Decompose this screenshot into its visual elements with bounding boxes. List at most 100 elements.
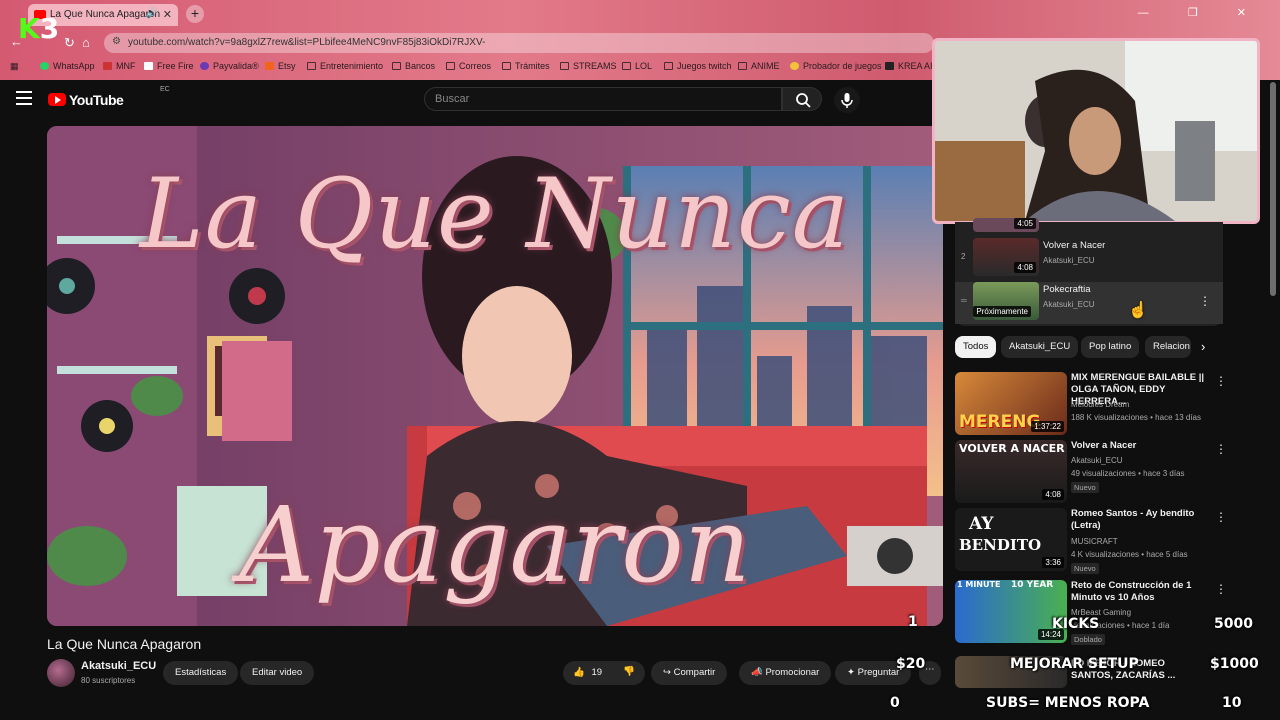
url-field[interactable]: ⚙ youtube.com/watch?v=9a8gxlZ7rew&list=P…	[104, 33, 934, 53]
subscriber-count: 80 suscriptores	[81, 676, 136, 685]
bookmark-folder-streams[interactable]: STREAMS	[560, 61, 617, 71]
bookmark-folder-bancos[interactable]: Bancos	[392, 61, 435, 71]
sparkle-icon: ✦	[847, 667, 858, 678]
playlist-item[interactable]: 2 4:08 Volver a Nacer Akatsuki_ECU	[955, 238, 1223, 280]
recommendation-item[interactable]: VOLVER A NACER 4:08 Volver a Nacer Akats…	[955, 440, 1227, 506]
recommendation-thumb: MERENG 1:37:22	[955, 372, 1067, 435]
folder-icon	[664, 62, 673, 70]
chip-relacionado[interactable]: Relacion	[1145, 336, 1191, 358]
payvalida-icon	[200, 62, 209, 70]
youtube-play-icon	[48, 93, 66, 106]
like-button[interactable]: 👍 19 👎	[563, 661, 645, 685]
freefire-icon	[144, 62, 153, 70]
playlist-thumb: 4:05	[973, 218, 1039, 232]
speaker-icon[interactable]: 🔊	[146, 8, 158, 19]
page-scrollbar[interactable]	[1270, 82, 1276, 296]
apps-icon[interactable]: ▦	[10, 61, 19, 72]
goal-kicks-value: 5000	[1214, 616, 1253, 632]
goal-subs-label: SUBS= MENOS ROPA	[986, 695, 1150, 711]
recommendation-item[interactable]: 1 MINUTE 10 YEAR 14:24 Reto de Construcc…	[955, 580, 1227, 650]
megaphone-icon: 📣	[751, 667, 766, 678]
bookmark-folder-lol[interactable]: LOL	[622, 61, 652, 71]
chevron-right-icon[interactable]: ›	[1201, 339, 1205, 354]
recommendation-item[interactable]: AY BENDITO 3:36 Romeo Santos - Ay bendit…	[955, 508, 1227, 574]
chip-todos[interactable]: Todos	[955, 336, 997, 358]
folder-icon	[502, 62, 511, 70]
bookmark-folder-correos[interactable]: Correos	[446, 61, 491, 71]
goal-setup-price: $20	[896, 656, 926, 672]
bookmark-krea[interactable]: KREA AI	[885, 61, 933, 71]
folder-icon	[738, 62, 747, 70]
bookmark-folder-juegos-twitch[interactable]: Juegos twitch	[664, 61, 732, 71]
promote-button[interactable]: 📣 Promocionar	[739, 661, 832, 685]
share-button[interactable]: ↪ Compartir	[651, 661, 728, 685]
goal-subs-value: 10	[1222, 695, 1242, 711]
search-button[interactable]	[782, 87, 822, 111]
playlist-panel: 4:05 2 4:08 Volver a Nacer Akatsuki_ECU …	[955, 218, 1223, 326]
window-controls[interactable]: — ❐ ✕	[1138, 6, 1264, 19]
video-player[interactable]: La Que Nunca Apagaron	[47, 126, 943, 626]
like-count: 19	[591, 667, 603, 678]
bookmark-whatsapp[interactable]: WhatsApp	[40, 61, 95, 71]
voice-search-button[interactable]	[834, 87, 860, 113]
drag-handle-icon[interactable]: ═	[961, 296, 967, 305]
bookmarks-bar: ▦ WhatsApp MNF Free Fire Payvalida® Etsy…	[0, 58, 933, 76]
channel-name[interactable]: Akatsuki_ECU	[81, 660, 156, 672]
tab-bar: La Que Nunca Apagaron 🔊 ✕ + — ❐ ✕	[0, 0, 1280, 28]
webcam-feed	[935, 41, 1257, 221]
bookmark-folder-entretenimiento[interactable]: Entretenimiento	[307, 61, 383, 71]
hamburger-menu-icon[interactable]	[16, 91, 32, 105]
krea-icon	[885, 62, 894, 70]
thumbs-down-icon[interactable]: 👎	[623, 666, 635, 677]
recommendation-thumb: AY BENDITO 3:36	[955, 508, 1067, 571]
back-icon[interactable]: ←	[10, 34, 23, 49]
new-tab-button[interactable]: +	[186, 5, 204, 23]
playlist-thumb: 4:08	[973, 238, 1039, 276]
bookmark-mnf[interactable]: MNF	[103, 61, 136, 71]
home-icon[interactable]: ⌂	[82, 35, 90, 50]
stream-counter-0: 0	[890, 695, 900, 711]
more-options-icon[interactable]: ⋮	[1215, 374, 1227, 388]
bookmark-freefire[interactable]: Free Fire	[144, 61, 194, 71]
bookmark-folder-anime[interactable]: ANIME	[738, 61, 780, 71]
stats-button[interactable]: Estadísticas	[163, 661, 239, 685]
chip-akatsuki[interactable]: Akatsuki_ECU	[1001, 336, 1079, 358]
smiley-icon	[790, 62, 799, 70]
recommendation-thumb: 1 MINUTE 10 YEAR 14:24	[955, 580, 1067, 643]
bookmark-payvalida[interactable]: Payvalida®	[200, 61, 259, 71]
folder-icon	[446, 62, 455, 70]
recommendation-item[interactable]: MERENG 1:37:22 MIX MERENGUE BAILABLE || …	[955, 372, 1227, 438]
more-options-icon[interactable]: ⋮	[1215, 582, 1227, 596]
goal-kicks-label: KICKS	[1052, 616, 1100, 632]
search-icon	[796, 93, 811, 108]
search-input[interactable]: Buscar	[424, 87, 782, 111]
etsy-icon	[265, 62, 274, 70]
site-info-icon[interactable]: ⚙	[112, 36, 121, 47]
folder-icon	[560, 62, 569, 70]
video-actions-row: Akatsuki_ECU 80 suscriptores Estadística…	[47, 657, 943, 691]
bookmark-probador[interactable]: Probador de juegos	[790, 61, 882, 71]
bookmark-etsy[interactable]: Etsy	[265, 61, 296, 71]
url-text: youtube.com/watch?v=9a8gxlZ7rew&list=PLb…	[128, 37, 486, 48]
folder-icon	[307, 62, 316, 70]
more-options-icon[interactable]: ⋮	[1215, 510, 1227, 524]
thumbs-up-icon: 👍	[573, 667, 585, 678]
playlist-item-active[interactable]: ═ Próximamente Pokecraftia Akatsuki_ECU …	[955, 282, 1223, 324]
thumbnail-title-bottom: Apagaron	[239, 484, 751, 606]
microphone-icon	[841, 93, 853, 108]
stream-counter-1: 1	[908, 614, 918, 630]
close-tab-icon[interactable]: ✕	[163, 8, 172, 21]
mnf-icon	[103, 62, 112, 70]
recommendation-thumb: VOLVER A NACER 4:08	[955, 440, 1067, 503]
share-icon: ↪	[663, 667, 674, 678]
chip-pop-latino[interactable]: Pop latino	[1081, 336, 1140, 358]
more-options-icon[interactable]: ⋮	[1199, 294, 1211, 308]
edit-video-button[interactable]: Editar video	[240, 661, 315, 685]
goal-setup-label: MEJORAR SETUP	[1010, 656, 1139, 672]
video-title: La Que Nunca Apagaron	[47, 636, 202, 652]
goal-setup-value: $1000	[1210, 656, 1259, 672]
channel-avatar[interactable]	[47, 659, 75, 687]
bookmark-folder-tramites[interactable]: Trámites	[502, 61, 550, 71]
whatsapp-icon	[40, 62, 49, 70]
more-options-icon[interactable]: ⋮	[1215, 442, 1227, 456]
